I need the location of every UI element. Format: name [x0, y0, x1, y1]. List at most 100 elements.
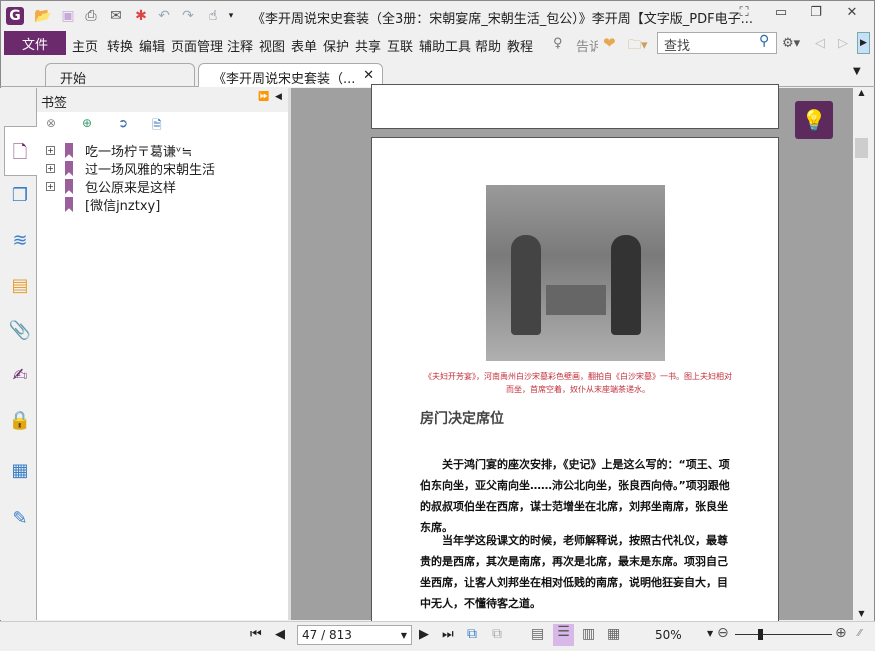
minimize-button[interactable]: ▭: [769, 5, 793, 23]
first-page-icon[interactable]: ⏮: [250, 627, 262, 642]
bookmark-item[interactable]: [微信jnztxy]: [46, 195, 160, 214]
collapse-panel-icon[interactable]: ◀: [275, 92, 282, 102]
page-number: 47 / 813: [302, 628, 352, 642]
menu-share[interactable]: 共享: [355, 36, 381, 55]
certify-icon[interactable]: ✎: [8, 508, 32, 532]
tab-document[interactable]: 《李开周说宋史套装（... ✕: [198, 63, 383, 87]
zoom-dropdown-icon[interactable]: ▼: [707, 629, 713, 638]
next-page-icon[interactable]: ▶: [419, 627, 429, 642]
bookmark-item[interactable]: + 包公原来是这样: [46, 177, 176, 196]
bookmark-label: [微信jnztxy]: [85, 199, 161, 214]
menu-view[interactable]: 视图: [259, 36, 285, 55]
new-icon[interactable]: ✱: [132, 7, 150, 25]
previous-view-icon[interactable]: ⧉: [467, 626, 477, 642]
tab-start[interactable]: 开始: [45, 63, 195, 87]
expand-icon[interactable]: +: [46, 146, 55, 155]
facing-page-icon[interactable]: ▥: [582, 626, 595, 642]
attachment-icon[interactable]: 📎: [8, 320, 32, 344]
go-bookmark-icon[interactable]: ➲: [118, 116, 128, 130]
prev-page-icon[interactable]: ◀: [275, 627, 285, 642]
add-bookmark-icon[interactable]: ⊕: [82, 116, 92, 130]
section-heading: 房门决定席位: [420, 411, 504, 427]
fullscreen-button[interactable]: ⛶: [732, 5, 756, 23]
menu-convert[interactable]: 转换: [107, 36, 133, 55]
zoom-slider-thumb[interactable]: [758, 629, 763, 640]
close-tab-icon[interactable]: ✕: [363, 68, 374, 83]
close-button[interactable]: ✕: [840, 5, 864, 23]
scroll-up-icon[interactable]: ▲: [853, 88, 870, 97]
signature-icon[interactable]: ✍: [8, 365, 32, 389]
tab-list-dropdown-icon[interactable]: ▼: [853, 66, 861, 77]
bookmark-page-icon[interactable]: 🗋: [8, 140, 32, 164]
customize-dropdown-icon[interactable]: ▾: [222, 7, 240, 25]
menu-connect[interactable]: 互联: [387, 36, 413, 55]
menu-accessibility[interactable]: 辅助工具: [419, 36, 471, 55]
panel-title: 书签: [41, 96, 68, 111]
folder-search-icon[interactable]: 🗀▾: [628, 36, 648, 58]
pages-icon[interactable]: ❐: [8, 185, 32, 209]
bookmark-icon: [65, 179, 73, 194]
menu-edit[interactable]: 编辑: [139, 36, 165, 55]
save-icon[interactable]: ▣: [59, 7, 77, 25]
scroll-thumb[interactable]: [855, 138, 868, 158]
zoom-out-icon[interactable]: ⊖: [717, 625, 729, 641]
menu-comment[interactable]: 注释: [227, 36, 253, 55]
bookmark-icon: [65, 197, 73, 212]
paragraph: 当年学这段课文的时候，老师解释说，按照古代礼仪，最尊贵的是西席，其次是南席，再次…: [420, 534, 728, 610]
expand-icon[interactable]: +: [46, 164, 55, 173]
continuous-facing-icon[interactable]: ▦: [607, 626, 620, 642]
prev-icon[interactable]: ◁: [815, 36, 825, 51]
page-number-input[interactable]: 47 / 813 ▼: [297, 625, 412, 645]
bookmark-item[interactable]: + 过一场风雅的宋朝生活: [46, 159, 215, 178]
bookmark-item[interactable]: + 吃一场柠〒葛谦ᵛ≒: [46, 141, 192, 160]
comments-icon[interactable]: ▤: [8, 275, 32, 299]
last-page-icon[interactable]: ⏭: [442, 627, 454, 642]
file-menu-button[interactable]: 文件: [4, 31, 66, 55]
ribbon-scroll-right[interactable]: ▶: [857, 32, 870, 54]
next-icon[interactable]: ▷: [838, 36, 848, 51]
lightbulb-icon[interactable]: ♀: [553, 36, 563, 51]
hand-tool-icon[interactable]: ☝: [204, 7, 222, 25]
undo-icon[interactable]: ↶: [155, 7, 173, 25]
next-view-icon[interactable]: ⧉: [492, 626, 502, 642]
continuous-page-icon[interactable]: ☰: [553, 624, 574, 646]
menu-form[interactable]: 表单: [291, 36, 317, 55]
mural-image: [486, 185, 665, 361]
bookmark-options-icon[interactable]: 🗎: [152, 116, 162, 137]
app-logo-icon[interactable]: G: [6, 7, 24, 25]
page-dropdown-icon[interactable]: ▼: [401, 631, 407, 640]
current-page: 《夫妇开芳宴》，河南禹州白沙宋墓彩色壁画，翻拍自《白沙宋墓》一书。图上夫妇相对而…: [371, 137, 779, 627]
tips-lightbulb-button[interactable]: 💡: [795, 101, 833, 139]
window-title: 《李开周说宋史套装（全3册：宋朝宴席_宋朝生活_包公）》李开周【文字版_PDF电…: [252, 12, 753, 27]
vertical-scrollbar[interactable]: ▲ ▼: [853, 88, 870, 620]
menu-protect[interactable]: 保护: [323, 36, 349, 55]
single-page-icon[interactable]: ▤: [531, 626, 544, 642]
menu-page-manage[interactable]: 页面管理: [171, 36, 223, 55]
email-icon[interactable]: ✉: [107, 7, 125, 25]
zoom-slider[interactable]: [735, 634, 832, 635]
heart-icon[interactable]: ❤: [603, 34, 616, 52]
resize-grip-icon[interactable]: ⁄⁄: [858, 628, 861, 639]
open-icon[interactable]: 📂: [34, 7, 52, 25]
print-icon[interactable]: ⎙: [82, 7, 100, 25]
bookmark-icon: [65, 143, 73, 158]
delete-bookmark-icon[interactable]: ⊗: [46, 116, 56, 130]
lock-icon[interactable]: 🔒: [8, 410, 32, 434]
paragraph: 关于鸿门宴的座次安排，《史记》上是这么写的：“项王、项伯东向坐，亚父南向坐……沛…: [420, 458, 730, 534]
maximize-button[interactable]: ❐: [804, 5, 828, 23]
search-icon[interactable]: ⚲: [759, 33, 769, 49]
menu-tutorial[interactable]: 教程: [507, 36, 533, 55]
gear-icon[interactable]: ⚙▾: [782, 36, 800, 51]
menu-home[interactable]: 主页: [72, 36, 98, 55]
zoom-in-icon[interactable]: ⊕: [835, 625, 847, 641]
form-icon[interactable]: ▦: [8, 460, 32, 484]
redo-icon[interactable]: ↷: [179, 7, 197, 25]
zoom-level[interactable]: 50%: [655, 628, 682, 642]
tell-me[interactable]: 告诉: [576, 36, 598, 55]
expand-icon[interactable]: +: [46, 182, 55, 191]
scroll-down-icon[interactable]: ▼: [853, 609, 870, 618]
bookmark-label: 过一场风雅的宋朝生活: [85, 163, 216, 178]
layers-icon[interactable]: ≋: [8, 230, 32, 254]
menu-help[interactable]: 帮助: [475, 36, 501, 55]
expand-panel-icon[interactable]: ⏩: [258, 92, 269, 102]
